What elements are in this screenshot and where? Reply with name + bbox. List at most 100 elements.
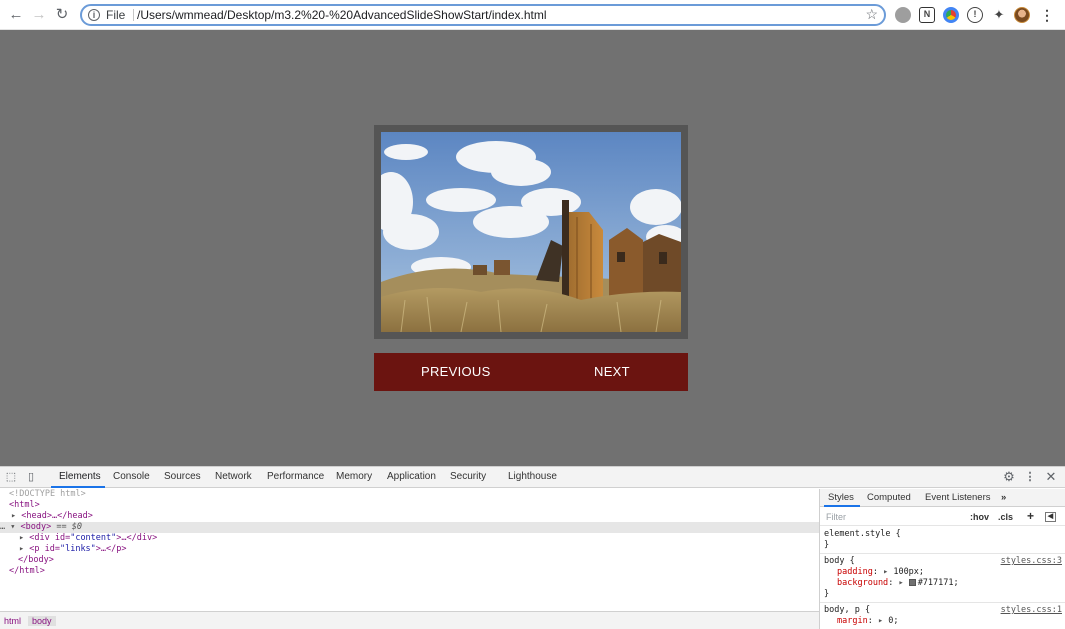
chrome-extension-icon[interactable]	[943, 7, 959, 23]
tab-event-listeners[interactable]: Event Listeners	[925, 492, 990, 503]
margin-prop-value[interactable]: 0;	[888, 616, 898, 626]
tab-memory[interactable]: Memory	[336, 471, 372, 482]
padding-prop-name[interactable]: padding	[837, 567, 873, 577]
extension-gray-icon[interactable]	[895, 7, 911, 23]
styles-filter-row: Filter :hov .cls + ◀	[820, 508, 1065, 526]
styles-pane: Styles Computed Event Listeners » Filter…	[819, 489, 1065, 629]
next-link[interactable]: NEXT	[594, 364, 630, 379]
devtools-menu-icon[interactable]: ⋮	[1023, 470, 1037, 484]
body-close-line[interactable]: </body>	[0, 555, 819, 566]
expand-triangle-icon[interactable]: ▸	[19, 533, 24, 543]
selected-marker: == $0	[56, 522, 82, 532]
tab-console[interactable]: Console	[113, 471, 150, 482]
toggle-sidebar-icon[interactable]: ◀	[1045, 512, 1056, 522]
browser-menu-icon[interactable]: ⋮	[1039, 7, 1055, 23]
tab-styles[interactable]: Styles	[828, 492, 854, 503]
elements-tree: <!DOCTYPE html> <html> ▸ <head>…</head> …	[0, 489, 819, 611]
margin-declaration[interactable]: margin: ▸ 0;	[837, 616, 898, 627]
bookmark-star-icon[interactable]: ☆	[865, 6, 878, 23]
expand-triangle-icon[interactable]: ▸	[11, 511, 16, 521]
expand-triangle-icon[interactable]: ▸	[878, 616, 883, 626]
tab-lighthouse[interactable]: Lighthouse	[508, 471, 557, 482]
hov-toggle[interactable]: :hov	[970, 512, 989, 522]
tab-elements[interactable]: Elements	[59, 471, 101, 482]
doctype-line[interactable]: <!DOCTYPE html>	[0, 489, 819, 500]
html-open-tag: <html>	[9, 500, 40, 510]
p-links-line[interactable]: ▸ <p id="links">…</p>	[0, 544, 819, 555]
settings-gear-icon[interactable]: ⚙	[1002, 470, 1016, 484]
color-swatch[interactable]	[908, 579, 916, 586]
div-content-line[interactable]: ▸ <div id="content">…</div>	[0, 533, 819, 544]
div-id-value: "content"	[70, 533, 117, 543]
rule-divider	[820, 553, 1065, 554]
p-tag: <p id=	[29, 544, 60, 554]
padding-declaration[interactable]: padding: ▸ 100px;	[837, 567, 924, 578]
close-devtools-icon[interactable]: ✕	[1044, 470, 1058, 484]
inspect-element-icon[interactable]: ⬚	[4, 470, 18, 484]
breadcrumb-html[interactable]: html	[4, 616, 21, 626]
devtools-panel: ⬚ ▯ Elements Console Sources Network Per…	[0, 466, 1065, 629]
url-text[interactable]: /Users/wmmead/Desktop/m3.2%20-%20Advance…	[137, 8, 547, 22]
ellipsis-icon: …	[0, 522, 6, 532]
head-line[interactable]: ▸ <head>…</head>	[0, 511, 819, 522]
p-tail: >…</p>	[95, 544, 127, 554]
body-p-rule-selector[interactable]: body, p {	[824, 605, 870, 616]
div-tail: >…</div>	[116, 533, 158, 543]
tab-sources[interactable]: Sources	[164, 471, 201, 482]
body-line[interactable]: … ▾ <body> == $0	[0, 522, 819, 533]
body-rule-close: }	[824, 589, 830, 599]
extension-info-icon[interactable]: !	[967, 7, 983, 23]
margin-prop-name[interactable]: margin	[837, 616, 868, 626]
reload-icon[interactable]: ↻	[52, 5, 72, 25]
padding-prop-value[interactable]: 100px;	[893, 567, 924, 577]
doctype-text: <!DOCTYPE html>	[9, 489, 86, 499]
background-prop-name[interactable]: background	[837, 578, 888, 588]
previous-link[interactable]: PREVIOUS	[421, 364, 491, 379]
tab-security[interactable]: Security	[450, 471, 486, 482]
back-arrow-icon[interactable]: ←	[6, 5, 26, 25]
cls-toggle[interactable]: .cls	[998, 512, 1013, 522]
background-prop-value[interactable]: #717171;	[918, 578, 959, 588]
body-p-rule-source-link[interactable]: styles.css:1	[1001, 605, 1062, 616]
body-rule-selector[interactable]: body {	[824, 556, 855, 567]
info-icon[interactable]: i	[88, 9, 100, 21]
browser-toolbar: ← → ↻ i File /Users/wmmead/Desktop/m3.2%…	[0, 0, 1065, 30]
new-rule-plus-icon[interactable]: +	[1027, 509, 1034, 523]
body-open-tag: <body>	[20, 522, 52, 532]
rule-divider	[820, 602, 1065, 603]
styles-tab-bar: Styles Computed Event Listeners »	[820, 489, 1065, 507]
html-close-line[interactable]: </html>	[0, 566, 819, 577]
more-tabs-chevron-icon[interactable]: »	[1001, 492, 1006, 503]
address-bar[interactable]: i File /Users/wmmead/Desktop/m3.2%20-%20…	[80, 4, 886, 26]
element-style-selector[interactable]: element.style {	[824, 529, 901, 540]
device-toolbar-icon[interactable]: ▯	[24, 470, 38, 484]
expand-triangle-icon[interactable]: ▸	[898, 578, 903, 588]
body-rule-source-link[interactable]: styles.css:3	[1001, 556, 1062, 567]
tab-application[interactable]: Application	[387, 471, 436, 482]
tab-computed[interactable]: Computed	[867, 492, 911, 503]
forward-arrow-icon[interactable]: →	[29, 5, 49, 25]
devtools-tab-bar: ⬚ ▯ Elements Console Sources Network Per…	[0, 467, 1065, 488]
styles-tab-indicator	[824, 505, 860, 507]
omnibox-divider	[133, 9, 134, 21]
html-close-tag: </html>	[9, 566, 45, 576]
html-open-line[interactable]: <html>	[0, 500, 819, 511]
expand-triangle-icon[interactable]: ▸	[19, 544, 24, 554]
tab-performance[interactable]: Performance	[267, 471, 324, 482]
background-declaration[interactable]: background: ▸ #717171;	[837, 578, 959, 589]
notion-extension-icon[interactable]: N	[919, 7, 935, 23]
body-close-tag: </body>	[18, 555, 54, 565]
breadcrumb-body[interactable]: body	[28, 616, 56, 626]
tab-network[interactable]: Network	[215, 471, 252, 482]
expand-triangle-icon[interactable]: ▸	[883, 567, 888, 577]
slideshow-image	[381, 132, 681, 332]
profile-avatar[interactable]	[1014, 7, 1030, 23]
extensions-puzzle-icon[interactable]: ✦	[991, 7, 1007, 23]
page-viewport: PREVIOUS NEXT	[0, 30, 1065, 466]
collapse-triangle-icon[interactable]: ▾	[10, 522, 15, 532]
url-scheme-label: File	[106, 8, 126, 22]
breadcrumb: html body	[0, 611, 819, 629]
slideshow-content	[374, 125, 688, 339]
filter-input[interactable]: Filter	[826, 512, 846, 522]
active-tab-indicator	[51, 486, 105, 488]
